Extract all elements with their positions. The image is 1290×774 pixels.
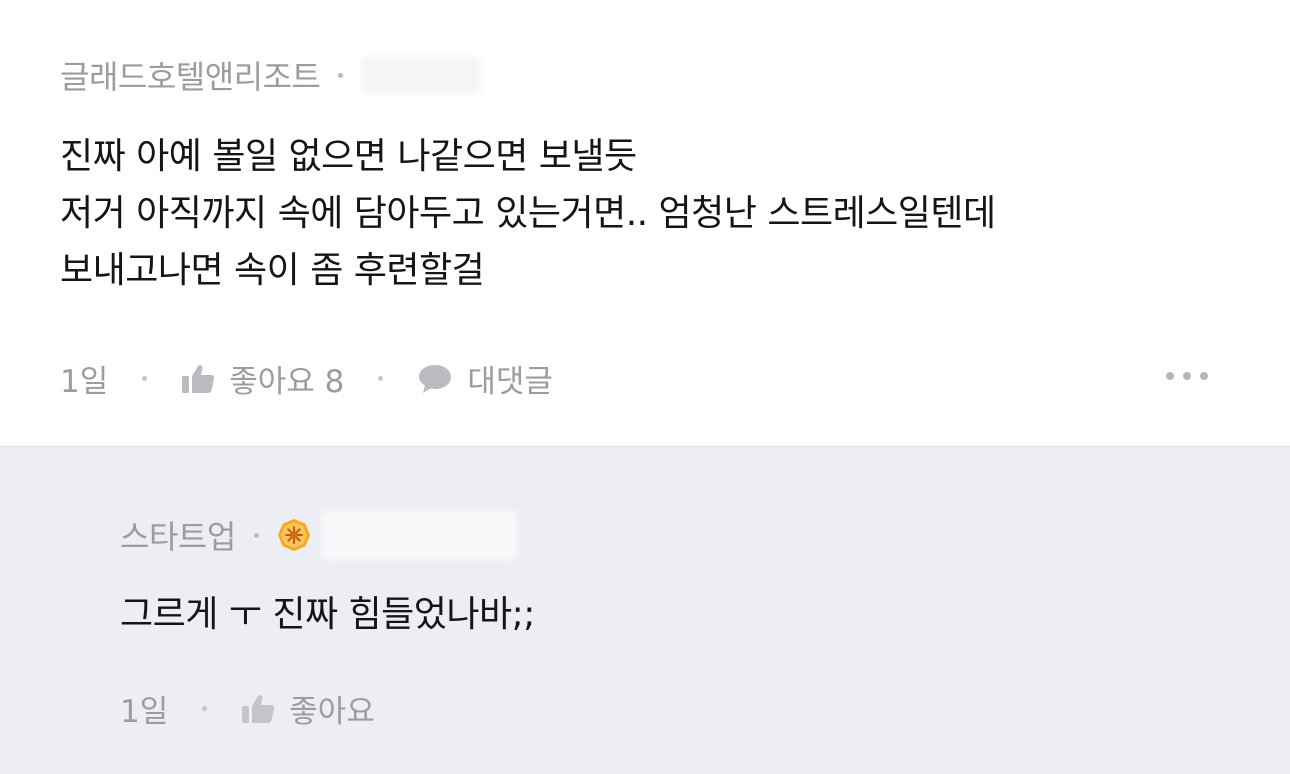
comment-body-line: 저거 아직까지 속에 담아두고 있는거면.. 엄청난 스트레스일텐데 (60, 193, 996, 234)
action-separator (202, 706, 208, 711)
comment-meta: 글래드호텔앤리조트 (60, 52, 482, 98)
reply-meta: 스타트업 (120, 510, 517, 560)
reply-author-company[interactable]: 스타트업 (120, 512, 236, 558)
gold-sun-badge-icon (277, 518, 311, 552)
action-separator (142, 376, 148, 381)
like-button[interactable]: 좋아요 8 (181, 356, 344, 401)
like-label: 좋아요 8 (229, 364, 345, 400)
reply-like-button[interactable]: 좋아요 (241, 686, 375, 731)
comment: 글래드호텔앤리조트 진짜 아예 볼일 없으면 나같으면 보낼듯 저거 아직까지 … (0, 0, 1290, 446)
comment-body-line: 진짜 아예 볼일 없으면 나같으면 보낼듯 (60, 136, 637, 177)
comment-body: 진짜 아예 볼일 없으면 나같으면 보낼듯 저거 아직까지 속에 담아두고 있는… (60, 128, 996, 299)
comment-author-company[interactable]: 글래드호텔앤리조트 (60, 52, 321, 98)
more-dot (1166, 372, 1174, 380)
thumbs-up-icon (242, 694, 275, 723)
comment-time: 1일 (60, 364, 109, 400)
thumbs-up-icon (182, 364, 215, 393)
blurred-author-name (361, 56, 482, 94)
reply-actions: 1일 좋아요 (120, 686, 375, 731)
comment-actions: 1일 좋아요 8 대댓글 (60, 356, 553, 401)
reply-like-label: 좋아요 (289, 694, 375, 730)
reply-button[interactable]: 대댓글 (417, 356, 553, 401)
action-separator (378, 376, 384, 381)
more-dot (1200, 372, 1208, 380)
meta-separator (253, 532, 259, 538)
reply-body: 그르게 ㅜ 진짜 힘들었나바;; (120, 594, 535, 635)
more-options-button[interactable] (1166, 372, 1208, 380)
comment-body-line: 보내고나면 속이 좀 후련할걸 (60, 250, 485, 291)
more-dot (1183, 372, 1191, 380)
reply-label: 대댓글 (467, 364, 553, 400)
blurred-author-name (320, 510, 517, 560)
speech-bubble-icon (419, 364, 452, 393)
reply-time: 1일 (120, 694, 169, 730)
meta-separator (338, 72, 344, 78)
